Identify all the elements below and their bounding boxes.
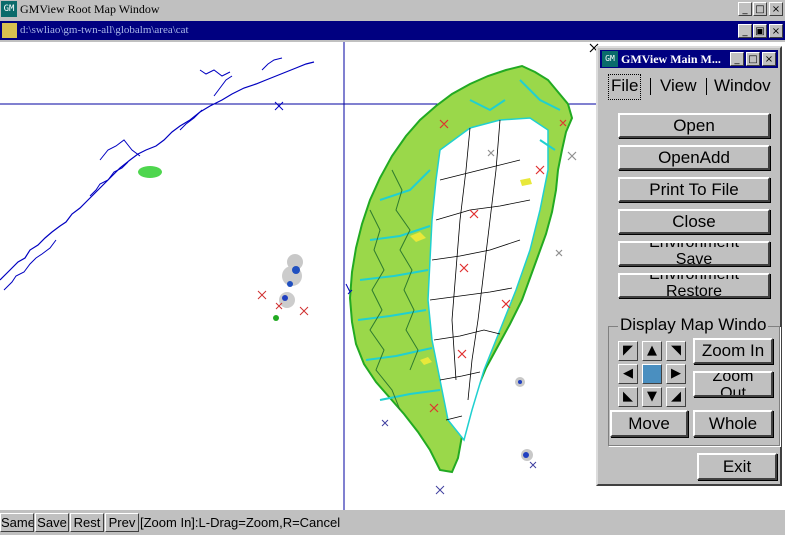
print-to-file-button[interactable]: Print To File [618, 177, 770, 202]
environment-restore-button[interactable]: Environment Restore [618, 273, 770, 298]
pan-northeast-arrow-icon[interactable]: ◥ [666, 341, 686, 361]
main-menu-icon: GM [602, 51, 618, 67]
open-add-button[interactable]: OpenAdd [618, 145, 770, 170]
exit-button[interactable]: Exit [697, 453, 777, 480]
pan-southeast-arrow-icon[interactable]: ◢ [666, 387, 686, 407]
root-window-title: GMView Root Map Window [20, 2, 160, 16]
panel-close-button[interactable]: × [762, 52, 776, 66]
pan-south-arrow-icon[interactable]: ▼ [642, 387, 662, 407]
env-save-line1: Environment [649, 241, 739, 251]
previous-view-button[interactable]: Prev [105, 513, 139, 532]
minimize-button[interactable]: _ [738, 2, 752, 16]
panel-maximize-button[interactable]: □ [746, 52, 760, 66]
pan-north-arrow-icon[interactable]: ▲ [642, 341, 662, 361]
environment-save-button[interactable]: Environment Save [618, 241, 770, 266]
app-icon: GM [1, 1, 17, 17]
close-file-button[interactable]: Close [618, 209, 770, 234]
tab-view[interactable]: View [660, 74, 697, 98]
document-path: d:\swliao\gm-twn-all\globalm\area\cat [20, 24, 189, 36]
status-message: [Zoom In]:L-Drag=Zoom,R=Cancel [140, 515, 341, 530]
env-save-line2: Save [675, 251, 713, 266]
center-map-icon[interactable] [642, 364, 662, 384]
zoom-out-button[interactable]: Zoom Out [693, 371, 773, 397]
tab-window[interactable]: Windov [714, 74, 771, 98]
tab-separator [650, 78, 651, 95]
tab-separator [706, 78, 707, 95]
move-button[interactable]: Move [610, 410, 688, 437]
document-titlebar[interactable]: d:\swliao\gm-twn-all\globalm\area\cat _ … [0, 21, 785, 40]
save-view-button[interactable]: Save [35, 513, 69, 532]
restore-view-button[interactable]: Rest [70, 513, 104, 532]
pan-northwest-arrow-icon[interactable]: ◤ [618, 341, 638, 361]
coast-vegetation [138, 166, 162, 178]
tab-file[interactable]: File [608, 74, 642, 100]
penghu-islands [257, 254, 309, 321]
pan-southwest-arrow-icon[interactable]: ◣ [618, 387, 638, 407]
close-button[interactable]: × [769, 2, 783, 16]
open-button[interactable]: Open [618, 113, 770, 138]
main-menu-window[interactable]: GM GMView Main M... _ □ × File View Wind… [596, 46, 782, 486]
whole-button[interactable]: Whole [693, 410, 773, 437]
pan-east-arrow-icon[interactable]: ▶ [666, 364, 686, 384]
doc-close-button[interactable]: × [769, 24, 783, 38]
doc-minimize-button[interactable]: _ [738, 24, 752, 38]
env-restore-line1: Environment [649, 273, 739, 283]
menu-tabs: File View Windov [606, 74, 778, 100]
coast-inlet [99, 69, 231, 161]
document-icon [2, 23, 17, 38]
pan-west-arrow-icon[interactable]: ◀ [618, 364, 638, 384]
main-menu-titlebar[interactable]: GM GMView Main M... _ □ × [600, 50, 778, 68]
zoom-out-line2: Out [720, 385, 746, 397]
zoom-out-line1: Zoom [712, 371, 754, 385]
display-map-group-label: Display Map Windo [618, 315, 769, 335]
doc-restore-button[interactable]: ▣ [753, 24, 767, 38]
status-bar: Same Save Rest Prev [Zoom In]:L-Drag=Zoo… [0, 511, 785, 535]
env-restore-line2: Restore [665, 283, 723, 298]
same-button[interactable]: Same [0, 513, 34, 532]
root-window-titlebar[interactable]: GM GMView Root Map Window _ □ × [0, 0, 785, 19]
maximize-button[interactable]: □ [753, 2, 767, 16]
panel-minimize-button[interactable]: _ [730, 52, 744, 66]
zoom-in-button[interactable]: Zoom In [693, 338, 773, 364]
taiwan-island [348, 64, 577, 474]
main-menu-title: GMView Main M... [621, 52, 721, 66]
